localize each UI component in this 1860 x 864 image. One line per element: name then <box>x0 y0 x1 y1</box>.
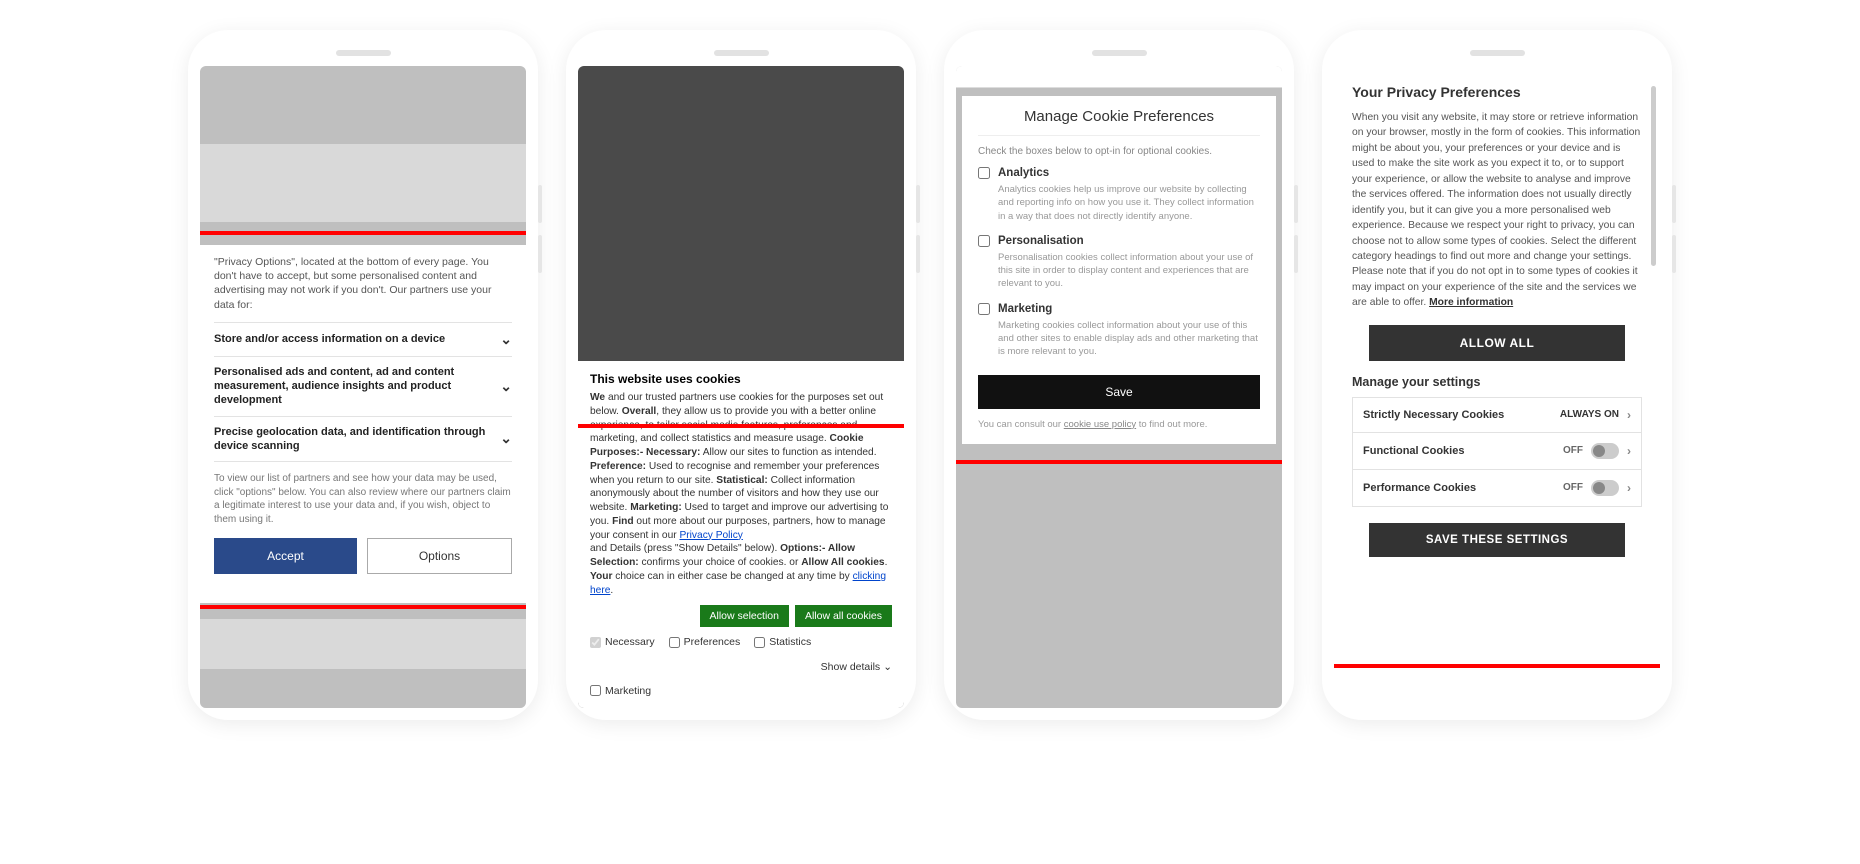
chevron-down-icon: ⌄ <box>500 378 512 395</box>
cookie-category-row[interactable]: Functional Cookies OFF › <box>1352 432 1642 469</box>
chevron-right-icon: › <box>1627 408 1631 422</box>
side-button <box>1672 235 1676 273</box>
row-label: Functional Cookies <box>1363 445 1464 457</box>
dialog-body: We and our trusted partners use cookies … <box>590 391 892 597</box>
phone-mock-2: This website uses cookies We and our tru… <box>566 30 916 720</box>
options-button[interactable]: Options <box>367 538 512 574</box>
clicking-here-link[interactable]: clicking here <box>590 571 886 596</box>
allow-selection-button[interactable]: Allow selection <box>700 605 789 627</box>
dialog-subtitle: Check the boxes below to opt-in for opti… <box>978 135 1260 157</box>
cookie-category-row[interactable]: Strictly Necessary Cookies ALWAYS ON › <box>1352 397 1642 432</box>
purpose-row[interactable]: Store and/or access information on a dev… <box>214 322 512 356</box>
analytics-checkbox[interactable] <box>978 167 990 179</box>
allow-all-button[interactable]: Allow all cookies <box>795 605 892 627</box>
chevron-right-icon: › <box>1627 481 1631 495</box>
cookie-dialog-2: This website uses cookies We and our tru… <box>578 361 904 708</box>
speaker-slot <box>714 50 769 56</box>
option-desc: Marketing cookies collect information ab… <box>978 319 1260 359</box>
intro-text: "Privacy Options", located at the bottom… <box>214 255 512 312</box>
option-desc: Analytics cookies help us improve our we… <box>978 183 1260 223</box>
cookie-dialog-3: Manage Cookie Preferences Check the boxe… <box>962 96 1276 444</box>
phone-mock-3: Manage Cookie Preferences Check the boxe… <box>944 30 1294 720</box>
row-state: ALWAYS ON <box>1560 409 1619 420</box>
footer-note: To view our list of partners and see how… <box>214 461 512 526</box>
chevron-down-icon: ⌄ <box>500 430 512 447</box>
option-label: Marketing <box>998 303 1052 315</box>
option-label: Personalisation <box>998 235 1084 247</box>
manage-heading: Manage your settings <box>1352 375 1642 389</box>
row-state: OFF <box>1563 445 1583 456</box>
purpose-label: Precise geolocation data, and identifica… <box>214 425 500 454</box>
cookie-policy-link[interactable]: cookie use policy <box>1064 419 1136 430</box>
side-button <box>916 185 920 223</box>
speaker-slot <box>336 50 391 56</box>
chevron-down-icon: ⌄ <box>500 331 512 348</box>
marketing-checkbox[interactable] <box>978 303 990 315</box>
dialog-title: Your Privacy Preferences <box>1352 84 1642 100</box>
side-button <box>916 235 920 273</box>
row-label: Performance Cookies <box>1363 482 1476 494</box>
purpose-label: Store and/or access information on a dev… <box>214 332 500 346</box>
statistics-checkbox[interactable]: Statistics <box>754 635 811 649</box>
save-button[interactable]: Save <box>978 375 1260 409</box>
purpose-label: Personalised ads and content, ad and con… <box>214 365 500 408</box>
chevron-right-icon: › <box>1627 444 1631 458</box>
row-state: OFF <box>1563 482 1583 493</box>
privacy-policy-link[interactable]: Privacy Policy <box>679 530 742 541</box>
toggle-switch[interactable] <box>1591 443 1619 459</box>
side-button <box>1294 235 1298 273</box>
chevron-down-icon: ⌄ <box>883 660 892 674</box>
allow-all-button[interactable]: ALLOW ALL <box>1369 325 1624 361</box>
scrollbar[interactable] <box>1651 86 1656 266</box>
side-button <box>1672 185 1676 223</box>
personalisation-checkbox[interactable] <box>978 235 990 247</box>
dialog-title: Manage Cookie Preferences <box>978 108 1260 125</box>
phone-mock-1: "Privacy Options", located at the bottom… <box>188 30 538 720</box>
side-button <box>1294 185 1298 223</box>
speaker-slot <box>1092 50 1147 56</box>
marketing-checkbox[interactable]: Marketing <box>590 684 892 698</box>
option-desc: Personalisation cookies collect informat… <box>978 251 1260 291</box>
show-details-toggle[interactable]: Show details ⌄ <box>821 660 892 674</box>
save-settings-button[interactable]: SAVE THESE SETTINGS <box>1369 523 1624 557</box>
toggle-switch[interactable] <box>1591 480 1619 496</box>
cookie-category-row[interactable]: Performance Cookies OFF › <box>1352 469 1642 507</box>
purpose-row[interactable]: Personalised ads and content, ad and con… <box>214 356 512 416</box>
option-label: Analytics <box>998 167 1049 179</box>
accept-button[interactable]: Accept <box>214 538 357 574</box>
preferences-checkbox[interactable]: Preferences <box>669 635 741 649</box>
cookie-dialog-4: Your Privacy Preferences When you visit … <box>1334 66 1660 708</box>
side-button <box>538 235 542 273</box>
purpose-row[interactable]: Precise geolocation data, and identifica… <box>214 416 512 462</box>
row-label: Strictly Necessary Cookies <box>1363 409 1504 421</box>
footer-text: You can consult our cookie use policy to… <box>978 419 1260 430</box>
necessary-checkbox[interactable]: Necessary <box>590 635 655 649</box>
dialog-body: When you visit any website, it may store… <box>1352 110 1642 311</box>
side-button <box>538 185 542 223</box>
phone-mock-4: Your Privacy Preferences When you visit … <box>1322 30 1672 720</box>
dialog-title: This website uses cookies <box>590 371 892 387</box>
speaker-slot <box>1470 50 1525 56</box>
more-info-link[interactable]: More information <box>1429 297 1513 308</box>
